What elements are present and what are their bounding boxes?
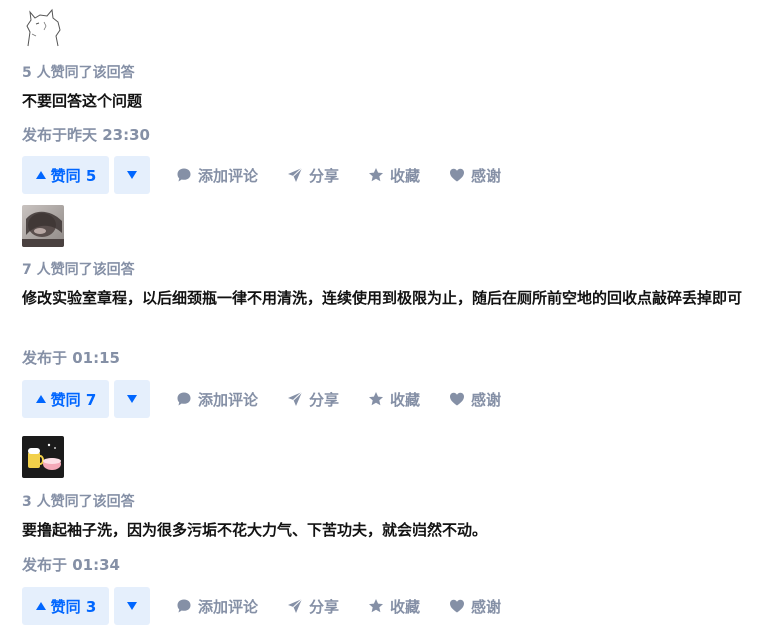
comment-button[interactable]: 添加评论 — [176, 156, 258, 194]
answer-actions: 赞同 7 添加评论 分享 收藏 感谢 — [22, 380, 762, 418]
vote-up-button[interactable]: 赞同 3 — [22, 587, 109, 625]
star-icon — [369, 392, 383, 406]
vote-up-button[interactable]: 赞同 7 — [22, 380, 109, 418]
collect-button[interactable]: 收藏 — [368, 156, 420, 194]
answer-time[interactable]: 发布于昨天 23:30 — [22, 124, 150, 145]
heart-icon — [450, 599, 464, 613]
comment-label: 添加评论 — [198, 390, 259, 409]
share-label: 分享 — [309, 166, 340, 185]
comment-label: 添加评论 — [198, 166, 259, 185]
triangle-up-icon — [35, 171, 46, 179]
vote-down-button[interactable] — [114, 156, 150, 194]
share-button[interactable]: 分享 — [287, 380, 339, 418]
comment-label: 添加评论 — [198, 597, 259, 616]
answer-time[interactable]: 发布于 01:15 — [22, 347, 120, 368]
thanks-button[interactable]: 感谢 — [449, 380, 501, 418]
comment-bubble-icon — [177, 599, 191, 613]
answer-content: 修改实验室章程，以后细颈瓶一律不用清洗，连续使用到极限为止，随后在厕所前空地的回… — [22, 289, 743, 307]
answer-votes-text: 7 人赞同了该回答 — [22, 262, 135, 278]
star-icon — [369, 599, 383, 613]
paper-plane-icon — [288, 598, 303, 613]
vote-up-button[interactable]: 赞同 5 — [22, 156, 109, 194]
comment-button[interactable]: 添加评论 — [176, 380, 258, 418]
cartoon-drinks-avatar-image — [22, 436, 64, 478]
vote-down-button[interactable] — [114, 587, 150, 625]
comment-bubble-icon — [177, 392, 191, 406]
star-icon — [369, 168, 383, 182]
share-button[interactable]: 分享 — [287, 156, 339, 194]
thanks-label: 感谢 — [471, 597, 502, 616]
collect-button[interactable]: 收藏 — [368, 587, 420, 625]
share-label: 分享 — [309, 390, 340, 409]
horse-sketch-avatar-image — [22, 6, 64, 48]
comment-bubble-icon — [177, 168, 191, 182]
answer-content: 要撸起袖子洗，因为很多污垢不花大力气、下苦功夫，就会岿然不动。 — [22, 521, 488, 539]
triangle-down-icon — [127, 171, 137, 179]
triangle-down-icon — [127, 602, 137, 610]
paper-plane-icon — [288, 167, 303, 182]
answer-actions: 赞同 5 添加评论 分享 收藏 感谢 — [22, 156, 762, 194]
collect-label: 收藏 — [390, 597, 421, 616]
share-button[interactable]: 分享 — [287, 587, 339, 625]
answer-votes-text: 3 人赞同了该回答 — [22, 494, 135, 510]
collect-label: 收藏 — [390, 390, 421, 409]
heart-icon — [450, 168, 464, 182]
answer-votes-text: 5 人赞同了该回答 — [22, 65, 135, 81]
answer-content: 不要回答这个问题 — [22, 92, 143, 110]
thanks-label: 感谢 — [471, 166, 502, 185]
thanks-button[interactable]: 感谢 — [449, 156, 501, 194]
answer-time[interactable]: 发布于 01:34 — [22, 554, 120, 575]
answer-actions: 赞同 3 添加评论 分享 收藏 感谢 — [22, 587, 762, 625]
share-label: 分享 — [309, 597, 340, 616]
triangle-up-icon — [35, 602, 46, 610]
thanks-button[interactable]: 感谢 — [449, 587, 501, 625]
heart-icon — [450, 392, 464, 406]
comment-button[interactable]: 添加评论 — [176, 587, 258, 625]
paper-plane-icon — [288, 391, 303, 406]
vote-up-label: 赞同 7 — [50, 390, 97, 409]
vote-down-button[interactable] — [114, 380, 150, 418]
triangle-down-icon — [127, 395, 137, 403]
collect-button[interactable]: 收藏 — [368, 380, 420, 418]
vote-up-label: 赞同 3 — [50, 597, 97, 616]
blurred-portrait-avatar-image — [22, 205, 64, 247]
avatar[interactable] — [22, 205, 64, 247]
avatar[interactable] — [22, 6, 64, 48]
collect-label: 收藏 — [390, 166, 421, 185]
vote-up-label: 赞同 5 — [50, 166, 97, 185]
avatar[interactable] — [22, 436, 64, 478]
triangle-up-icon — [35, 395, 46, 403]
thanks-label: 感谢 — [471, 390, 502, 409]
